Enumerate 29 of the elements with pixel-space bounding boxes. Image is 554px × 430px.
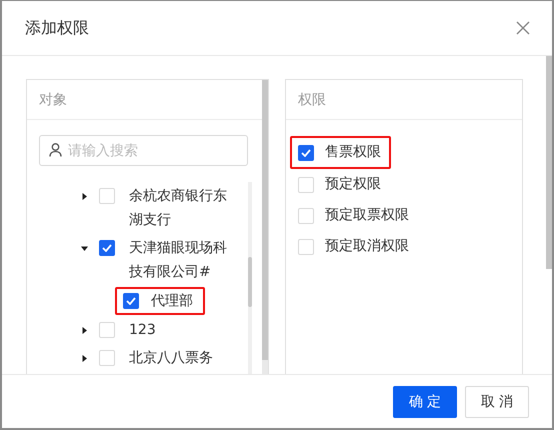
permission-option[interactable]: 预定取消权限	[325, 231, 409, 262]
caret-icon[interactable]	[81, 326, 88, 334]
confirm-button[interactable]: 确 定	[393, 386, 457, 418]
panel-title: 权限	[298, 90, 326, 108]
cancel-button[interactable]: 取 消	[465, 386, 529, 418]
check-icon	[102, 244, 112, 252]
checkbox[interactable]	[99, 240, 115, 256]
scrollbar[interactable]	[546, 56, 552, 269]
permission-option[interactable]: 预定权限	[325, 169, 381, 200]
checkbox[interactable]	[298, 144, 314, 160]
permission-option[interactable]: 售票权限	[325, 137, 381, 168]
caret-icon[interactable]	[81, 192, 88, 200]
check-icon	[301, 148, 311, 156]
panel-title: 对象	[39, 90, 67, 108]
caret-icon[interactable]	[81, 354, 88, 362]
permission-option[interactable]: 预定取票权限	[325, 200, 409, 231]
check-icon	[126, 297, 136, 305]
tree-item[interactable]: 123	[129, 318, 229, 342]
tree-item[interactable]: 北京八八票务	[129, 346, 229, 370]
scrollbar[interactable]	[262, 80, 268, 374]
scrollbar[interactable]	[248, 182, 252, 374]
checkbox[interactable]	[123, 293, 139, 309]
search-field[interactable]: 请输入搜索	[39, 135, 248, 166]
tree-item[interactable]: 代理部	[151, 289, 193, 313]
tree-item[interactable]: 天津猫眼现场科技有限公司#	[129, 236, 229, 284]
dialog-title: 添加权限	[25, 18, 89, 38]
caret-icon[interactable]	[81, 244, 88, 252]
tree-item[interactable]: 余杭农商银行东湖支行	[129, 184, 229, 232]
close-icon[interactable]	[516, 21, 530, 35]
